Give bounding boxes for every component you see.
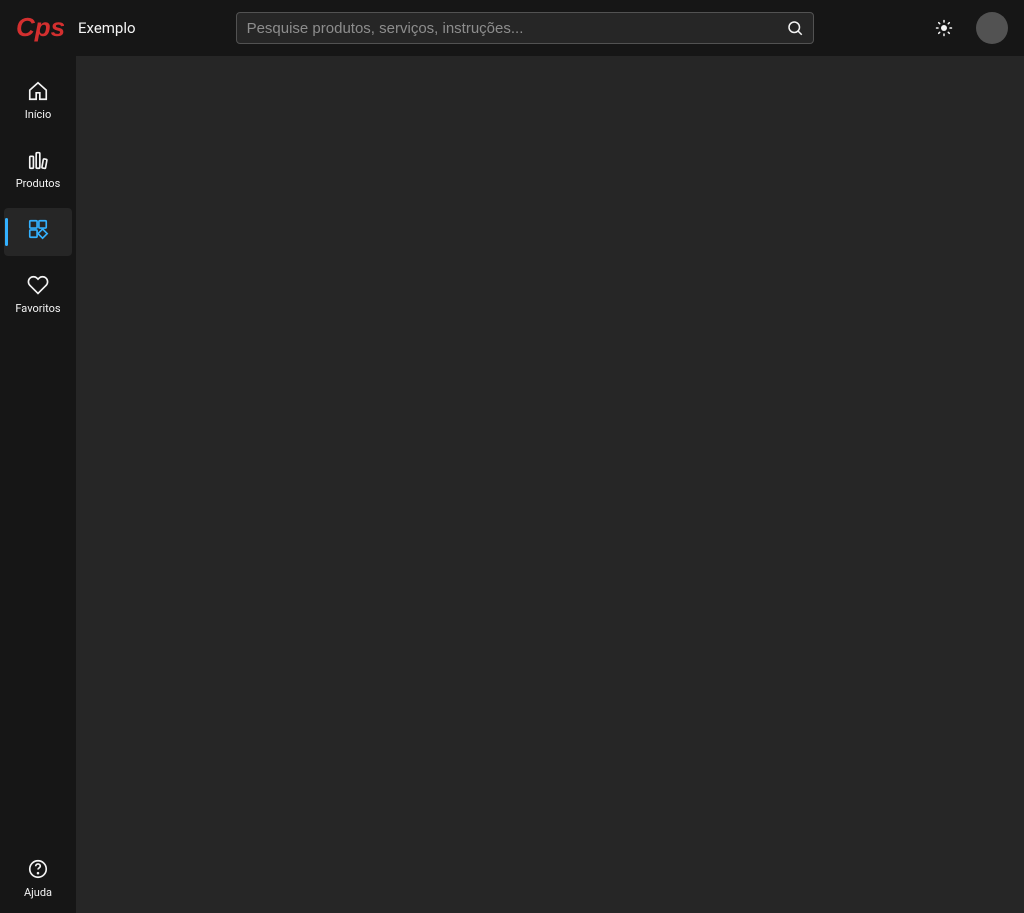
- sun-icon: [935, 19, 953, 37]
- sidebar-label-ajuda: Ajuda: [24, 886, 52, 899]
- help-icon: [27, 858, 49, 880]
- avatar[interactable]: [976, 12, 1008, 44]
- logo[interactable]: Cps: [16, 14, 64, 42]
- home-icon: [27, 80, 49, 102]
- sidebar-item-apps[interactable]: [4, 208, 72, 256]
- theme-toggle-button[interactable]: [932, 16, 956, 40]
- apps-icon: [27, 218, 49, 240]
- products-icon: [27, 149, 49, 171]
- sidebar-label-inicio: Início: [25, 108, 52, 121]
- heart-icon: [27, 274, 49, 296]
- sidebar-item-favoritos[interactable]: Favoritos: [4, 264, 72, 325]
- sidebar-item-ajuda[interactable]: Ajuda: [4, 848, 72, 909]
- header-right: [932, 12, 1008, 44]
- cps-logo-icon: Cps: [16, 14, 64, 42]
- sidebar-spacer: [0, 329, 76, 844]
- sidebar: Início Produtos Favoritos: [0, 56, 76, 913]
- svg-text:Cps: Cps: [16, 14, 64, 42]
- sidebar-item-inicio[interactable]: Início: [4, 70, 72, 131]
- content-area: [76, 56, 1024, 913]
- search-container: [236, 12, 814, 44]
- sidebar-label-favoritos: Favoritos: [15, 302, 60, 315]
- header: Cps Exemplo: [0, 0, 1024, 56]
- main: Início Produtos Favoritos: [0, 56, 1024, 913]
- search-input[interactable]: [236, 12, 814, 44]
- sidebar-item-produtos[interactable]: Produtos: [4, 139, 72, 200]
- sidebar-label-produtos: Produtos: [16, 177, 61, 190]
- brand-name: Exemplo: [78, 19, 136, 37]
